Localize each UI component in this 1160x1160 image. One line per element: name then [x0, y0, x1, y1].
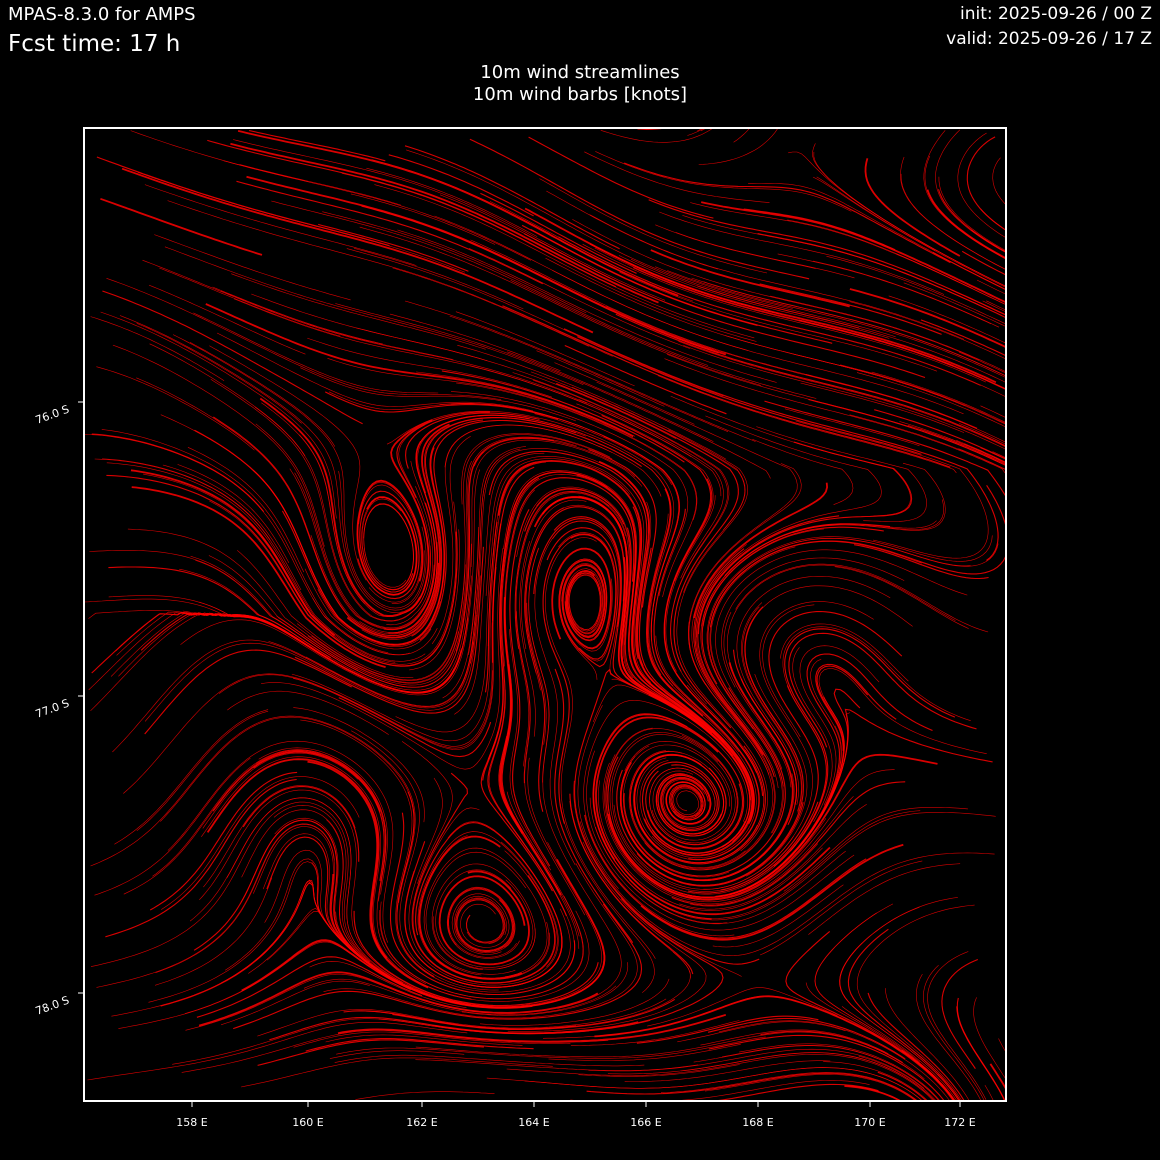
lat-tick-label: 76.0 S	[34, 403, 71, 427]
title-streamlines: 10m wind streamlines	[480, 62, 680, 83]
lon-tick-label: 164 E	[518, 1116, 549, 1129]
forecast-time: Fcst time: 17 h	[8, 31, 181, 57]
figure: 158 E 160 E 162 E 164 E 166 E 168 E 170 E 172 E…	[0, 0, 1160, 1160]
lat-tick-label: 78.0 S	[34, 994, 71, 1018]
lon-tick-label: 158 E	[176, 1116, 207, 1129]
lon-tick-label: 168 E	[742, 1116, 773, 1129]
lon-tick-label: 166 E	[630, 1116, 661, 1129]
plot-title: 10m wind streamlines 10m wind barbs [kno…	[0, 62, 1160, 106]
longitude-axis: 158 E 160 E 162 E 164 E 166 E 168 E 170 E 172 E	[176, 1101, 976, 1129]
lon-tick-label: 172 E	[944, 1116, 975, 1129]
title-wind-barbs: 10m wind barbs [knots]	[472, 84, 688, 105]
lon-tick-label: 160 E	[292, 1116, 323, 1129]
init-time: init: 2025-09-26 / 00 Z	[959, 4, 1152, 24]
valid-time: valid: 2025-09-26 / 17 Z	[946, 29, 1152, 49]
streamline-map: 158 E 160 E 162 E 164 E 166 E 168 E 170 E 172 E…	[34, 127, 1007, 1129]
model-name: MPAS-8.3.0 for AMPS	[8, 4, 196, 25]
latitude-axis: 76.0 S 77.0 S 78.0 S	[34, 401, 84, 1018]
lon-tick-label: 162 E	[406, 1116, 437, 1129]
lon-tick-label: 170 E	[854, 1116, 885, 1129]
lat-tick-label: 77.0 S	[34, 697, 71, 721]
